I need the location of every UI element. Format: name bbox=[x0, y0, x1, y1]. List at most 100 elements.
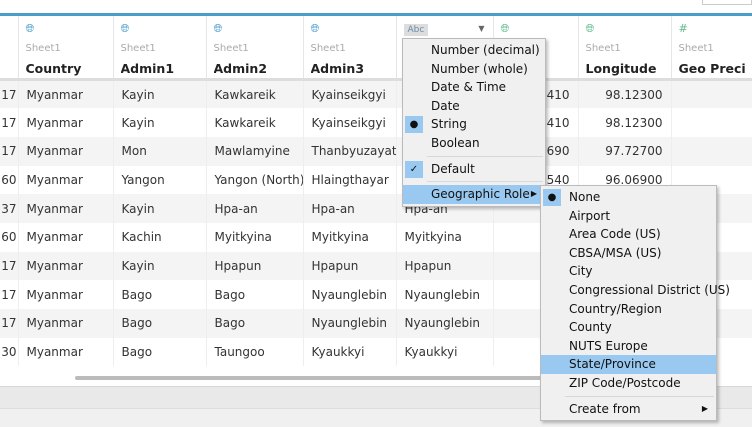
table-cell[interactable]: Hlaingthayar bbox=[303, 165, 397, 195]
table-cell[interactable]: Bago bbox=[113, 337, 207, 367]
menu-item-geo-role[interactable]: CBSA/MSA (US) bbox=[541, 244, 716, 263]
horizontal-scrollbar[interactable] bbox=[75, 376, 545, 380]
table-cell[interactable]: Nyaunglebin bbox=[396, 309, 494, 338]
table-cell[interactable]: 37 bbox=[0, 194, 19, 223]
table-cell[interactable]: Myitkyina bbox=[206, 222, 304, 252]
table-cell[interactable]: Myanmar bbox=[18, 309, 114, 338]
table-cell[interactable]: Bago bbox=[206, 280, 304, 309]
menu-item-type[interactable]: Number (whole) bbox=[403, 60, 545, 79]
column-header-admin2[interactable]: 🌐︎ Sheet1 Admin2 bbox=[206, 13, 304, 81]
table-cell[interactable]: Myitkyina bbox=[303, 222, 397, 252]
table-cell[interactable]: Kyainseikgyi bbox=[303, 108, 397, 137]
table-cell[interactable]: Hpa-an bbox=[206, 194, 304, 223]
table-cell[interactable]: Mawlamyine bbox=[206, 136, 304, 166]
column-header-country[interactable]: 🌐︎ Sheet1 Country bbox=[18, 13, 114, 81]
table-cell[interactable]: Hpapun bbox=[303, 251, 397, 281]
menu-item-geo-role[interactable]: Congressional District (US) bbox=[541, 281, 730, 300]
table-cell[interactable]: Myanmar bbox=[18, 165, 114, 195]
menu-item-type[interactable]: Date & Time bbox=[403, 78, 545, 97]
table-cell[interactable]: 17 bbox=[0, 79, 19, 109]
menu-item-default[interactable]: ✓ Default bbox=[403, 160, 545, 179]
table-cell[interactable]: Kawkareik bbox=[206, 108, 304, 137]
menu-item-type[interactable]: Date bbox=[403, 97, 545, 116]
table-cell[interactable]: Kawkareik bbox=[206, 79, 304, 109]
table-cell[interactable]: Nyaunglebin bbox=[303, 309, 397, 338]
table-cell[interactable]: Kyaukkyi bbox=[396, 337, 494, 367]
table-cell[interactable]: Bago bbox=[113, 280, 207, 309]
table-cell[interactable]: Kachin bbox=[113, 222, 207, 252]
menu-item-geo-role[interactable]: ● None bbox=[541, 188, 716, 207]
table-cell[interactable]: 60 bbox=[0, 222, 19, 252]
column-header-admin1[interactable]: 🌐︎ Sheet1 Admin1 bbox=[113, 13, 207, 81]
table-cell[interactable]: Mon bbox=[113, 136, 207, 166]
menu-item-type[interactable]: Boolean bbox=[403, 134, 545, 153]
table-cell[interactable] bbox=[671, 136, 752, 166]
table-cell[interactable]: Myitkyina bbox=[396, 222, 494, 252]
table-cell[interactable] bbox=[671, 79, 752, 109]
table-cell[interactable]: Kayin bbox=[113, 79, 207, 109]
menu-item-geographic-role[interactable]: Geographic Role ▶ bbox=[403, 185, 545, 204]
table-cell[interactable]: Kayin bbox=[113, 194, 207, 223]
table-cell[interactable]: Hpa-an bbox=[303, 194, 397, 223]
table-cell[interactable]: Kyaukkyi bbox=[303, 337, 397, 367]
abc-icon[interactable]: Abc bbox=[403, 24, 429, 36]
table-cell[interactable]: Myanmar bbox=[18, 337, 114, 367]
menu-item-geo-role[interactable]: Area Code (US) bbox=[541, 225, 716, 244]
table-cell[interactable]: 97.72700 bbox=[578, 136, 672, 166]
table-cell[interactable]: Hpapun bbox=[396, 251, 494, 281]
column-header-longitude[interactable]: 🌐︎ Sheet1 Longitude bbox=[578, 13, 672, 81]
menu-item-geo-role[interactable]: NUTS Europe bbox=[541, 337, 716, 356]
table-cell[interactable]: Yangon bbox=[113, 165, 207, 195]
table-cell[interactable]: Myanmar bbox=[18, 194, 114, 223]
top-control[interactable] bbox=[702, 0, 752, 5]
table-cell[interactable]: 17 bbox=[0, 251, 19, 281]
table-cell[interactable]: Kayin bbox=[113, 108, 207, 137]
table-cell[interactable]: 98.12300 bbox=[578, 79, 672, 109]
column-header-admin3[interactable]: 🌐︎ Sheet1 Admin3 bbox=[303, 13, 397, 81]
table-cell[interactable]: 17 bbox=[0, 108, 19, 137]
table-cell[interactable]: Kayin bbox=[113, 251, 207, 281]
globe-icon[interactable]: 🌐︎ bbox=[26, 22, 106, 36]
column-name: Admin1 bbox=[120, 61, 175, 76]
menu-item-geo-role[interactable]: State/Province bbox=[541, 355, 716, 374]
menu-item-geo-role[interactable]: County bbox=[541, 318, 716, 337]
globe-icon[interactable]: 🌐︎ bbox=[121, 22, 199, 36]
globe-icon[interactable]: 🌐︎ bbox=[311, 22, 389, 36]
table-cell[interactable]: 60 bbox=[0, 165, 19, 195]
table-cell[interactable]: Yangon (North) bbox=[206, 165, 304, 195]
column-header-0[interactable] bbox=[0, 13, 19, 81]
table-cell[interactable]: 17 bbox=[0, 309, 19, 338]
column-header-geo-precision[interactable]: # Sheet1 Geo Precision bbox=[671, 13, 752, 81]
globe-icon[interactable]: 🌐︎ bbox=[214, 22, 296, 36]
menu-item-type[interactable]: Number (decimal) bbox=[403, 41, 545, 60]
table-cell[interactable]: Nyaunglebin bbox=[303, 280, 397, 309]
table-cell[interactable]: Hpapun bbox=[206, 251, 304, 281]
table-cell[interactable]: 17 bbox=[0, 136, 19, 166]
table-cell[interactable] bbox=[671, 108, 752, 137]
menu-item-geo-role[interactable]: City bbox=[541, 262, 716, 281]
table-cell[interactable]: Myanmar bbox=[18, 280, 114, 309]
menu-item-type[interactable]: ● String bbox=[403, 115, 545, 134]
table-cell[interactable]: Myanmar bbox=[18, 222, 114, 252]
table-cell[interactable]: Nyaunglebin bbox=[396, 280, 494, 309]
table-cell[interactable]: 98.12300 bbox=[578, 108, 672, 137]
table-cell[interactable]: Bago bbox=[206, 309, 304, 338]
table-cell[interactable]: Bago bbox=[113, 309, 207, 338]
table-cell[interactable]: Taungoo bbox=[206, 337, 304, 367]
hash-icon[interactable]: # bbox=[679, 22, 745, 36]
globe-icon[interactable]: 🌐︎ bbox=[586, 22, 664, 36]
table-cell[interactable]: 30 bbox=[0, 337, 19, 367]
table-cell[interactable]: 17 bbox=[0, 280, 19, 309]
table-cell[interactable]: Kyainseikgyi bbox=[303, 79, 397, 109]
table-cell[interactable]: Myanmar bbox=[18, 251, 114, 281]
dropdown-arrow-icon[interactable]: ▼ bbox=[478, 24, 484, 33]
table-cell[interactable]: Myanmar bbox=[18, 108, 114, 137]
globe-icon[interactable]: 🌐︎ bbox=[501, 22, 571, 36]
menu-item-geo-role[interactable]: Country/Region bbox=[541, 300, 716, 319]
table-cell[interactable]: Thanbyuzayat bbox=[303, 136, 397, 166]
menu-item-geo-role[interactable]: Airport bbox=[541, 207, 716, 226]
table-cell[interactable]: Myanmar bbox=[18, 136, 114, 166]
menu-item-geo-role[interactable]: ZIP Code/Postcode bbox=[541, 374, 716, 393]
menu-item-create-from[interactable]: Create from ▶ bbox=[541, 400, 716, 419]
table-cell[interactable]: Myanmar bbox=[18, 79, 114, 109]
